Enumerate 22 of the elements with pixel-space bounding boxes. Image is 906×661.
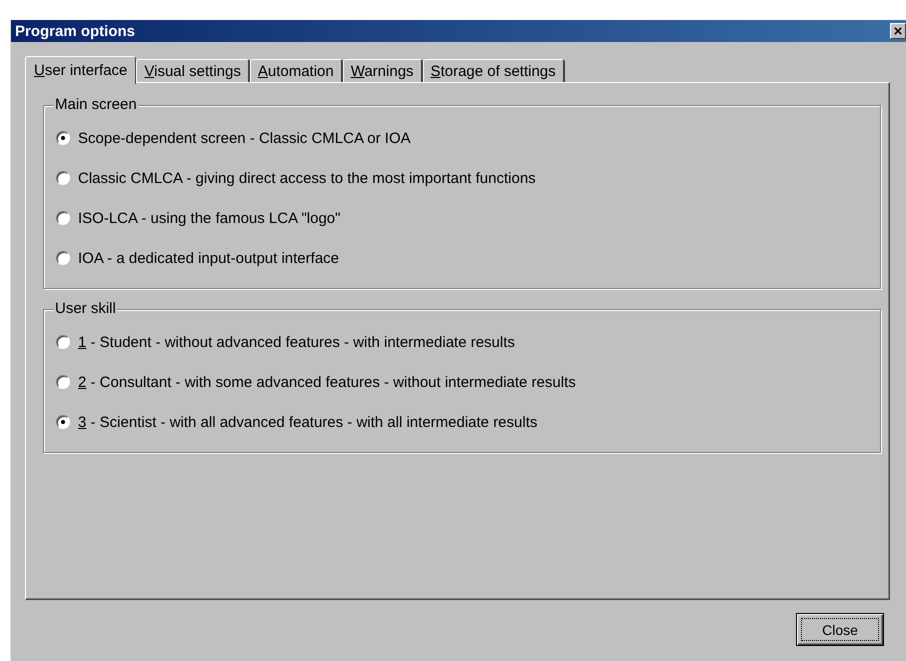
tab[interactable]: Warnings (342, 59, 423, 82)
tab[interactable]: User interface (25, 56, 136, 84)
radio-button[interactable] (56, 335, 70, 349)
close-dialog-button[interactable]: Close (796, 613, 884, 646)
option-label[interactable]: Classic CMLCA - giving direct access to the most important functions (78, 170, 536, 186)
option-label[interactable]: 1 - Student - without advanced features - with intermediate results (78, 334, 515, 350)
option-label[interactable]: IOA - a dedicated input-output interface (78, 250, 339, 266)
tab[interactable]: Visual settings (136, 59, 250, 82)
window-title: Program options (15, 22, 136, 40)
radio-button[interactable] (56, 415, 70, 429)
tab[interactable]: Storage of settings (422, 59, 565, 82)
tab[interactable]: Automation (250, 59, 343, 82)
option-label[interactable]: 2 - Consultant - with some advanced features - without intermediate results (78, 374, 576, 390)
radio-button[interactable] (56, 211, 70, 225)
radio-button[interactable] (56, 171, 70, 185)
radio-button[interactable] (56, 251, 70, 265)
option-label[interactable]: 3 - Scientist - with all advanced features - with all intermediate results (78, 414, 538, 430)
option-label[interactable]: ISO-LCA - using the famous LCA "logo" (78, 210, 340, 226)
close-button[interactable]: × (890, 23, 906, 39)
radio-button[interactable] (56, 375, 70, 389)
option-label[interactable]: Scope-dependent screen - Classic CMLCA or IOA (78, 130, 411, 146)
radio-button[interactable] (56, 131, 70, 145)
